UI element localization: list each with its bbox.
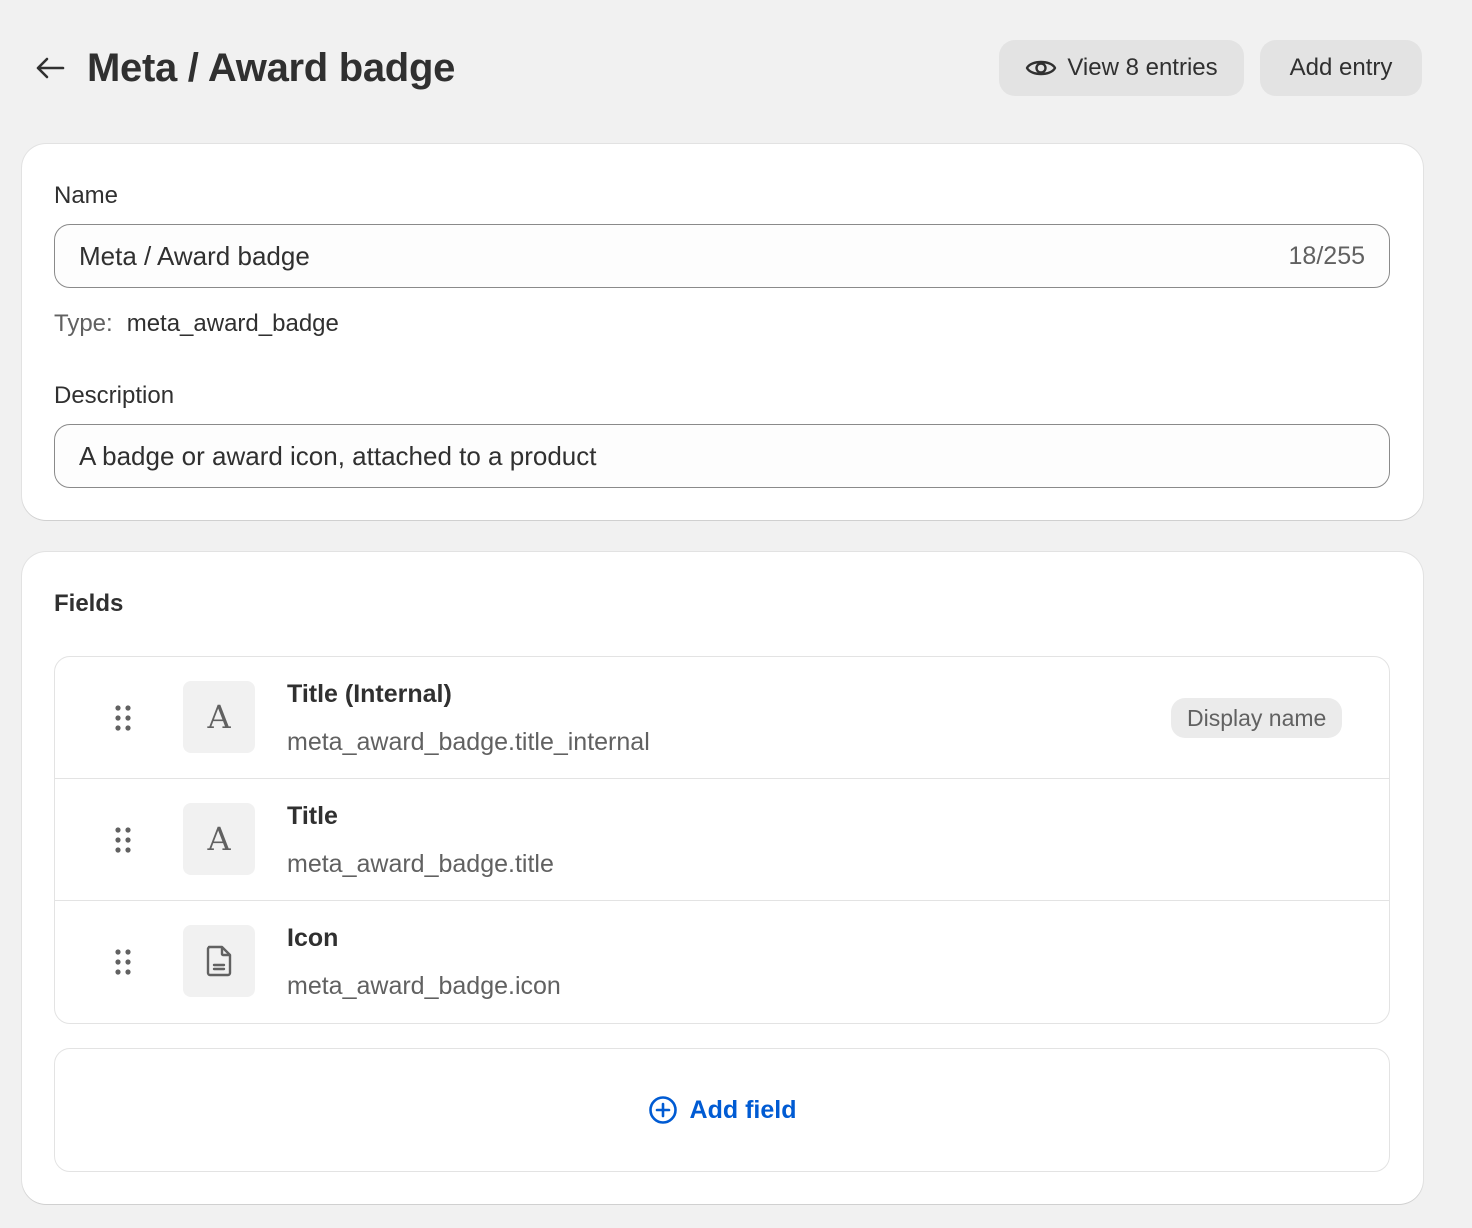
add-entry-button[interactable]: Add entry — [1260, 40, 1422, 96]
description-input-value: A badge or award icon, attached to a pro… — [79, 440, 597, 471]
view-entries-button[interactable]: View 8 entries — [999, 40, 1244, 96]
text-icon: A — [183, 681, 255, 753]
page-title: Meta / Award badge — [87, 46, 456, 90]
field-row[interactable]: Icon meta_award_badge.icon — [55, 901, 1389, 1023]
drag-handle-icon[interactable] — [111, 703, 135, 733]
display-name-badge: Display name — [1171, 698, 1343, 738]
field-key: meta_award_badge.icon — [287, 972, 561, 1000]
field-row[interactable]: A Title (Internal) meta_award_badge.titl… — [55, 657, 1389, 779]
details-card: Name Meta / Award badge 18/255 Type: meta… — [22, 144, 1423, 520]
drag-handle-icon[interactable] — [111, 825, 135, 855]
drag-handle-icon[interactable] — [111, 947, 135, 977]
page-header: Meta / Award badge View 8 entries Add en… — [0, 0, 1472, 140]
back-button[interactable] — [30, 48, 70, 88]
add-field-button[interactable]: Add field — [54, 1048, 1390, 1172]
field-key: meta_award_badge.title_internal — [287, 728, 650, 756]
text-icon: A — [183, 803, 255, 875]
field-key: meta_award_badge.title — [287, 850, 554, 878]
type-value: meta_award_badge — [126, 310, 339, 337]
field-name: Icon — [287, 924, 339, 952]
file-icon — [206, 945, 232, 977]
fields-heading: Fields — [54, 590, 124, 617]
field-list: A Title (Internal) meta_award_badge.titl… — [54, 656, 1390, 1024]
name-input-value: Meta / Award badge — [79, 240, 310, 271]
character-counter: 18/255 — [1288, 241, 1365, 270]
field-name: Title — [287, 802, 338, 830]
view-entries-label: View 8 entries — [1067, 54, 1218, 81]
field-row[interactable]: A Title meta_award_badge.title — [55, 779, 1389, 901]
type-row: Type: meta_award_badge — [54, 310, 339, 338]
eye-icon — [1026, 60, 1057, 76]
file-icon-container — [183, 925, 255, 997]
description-input[interactable]: A badge or award icon, attached to a pro… — [54, 424, 1390, 488]
arrow-left-icon — [36, 57, 65, 79]
name-input[interactable]: Meta / Award badge 18/255 — [54, 224, 1390, 288]
fields-card: Fields A Title (Internal) meta_award_bad… — [22, 552, 1423, 1204]
description-label: Description — [54, 382, 175, 409]
type-label: Type: — [54, 310, 113, 337]
plus-circle-icon — [648, 1096, 677, 1124]
field-name: Title (Internal) — [287, 680, 452, 708]
name-label: Name — [54, 182, 119, 209]
add-field-label: Add field — [689, 1095, 797, 1124]
